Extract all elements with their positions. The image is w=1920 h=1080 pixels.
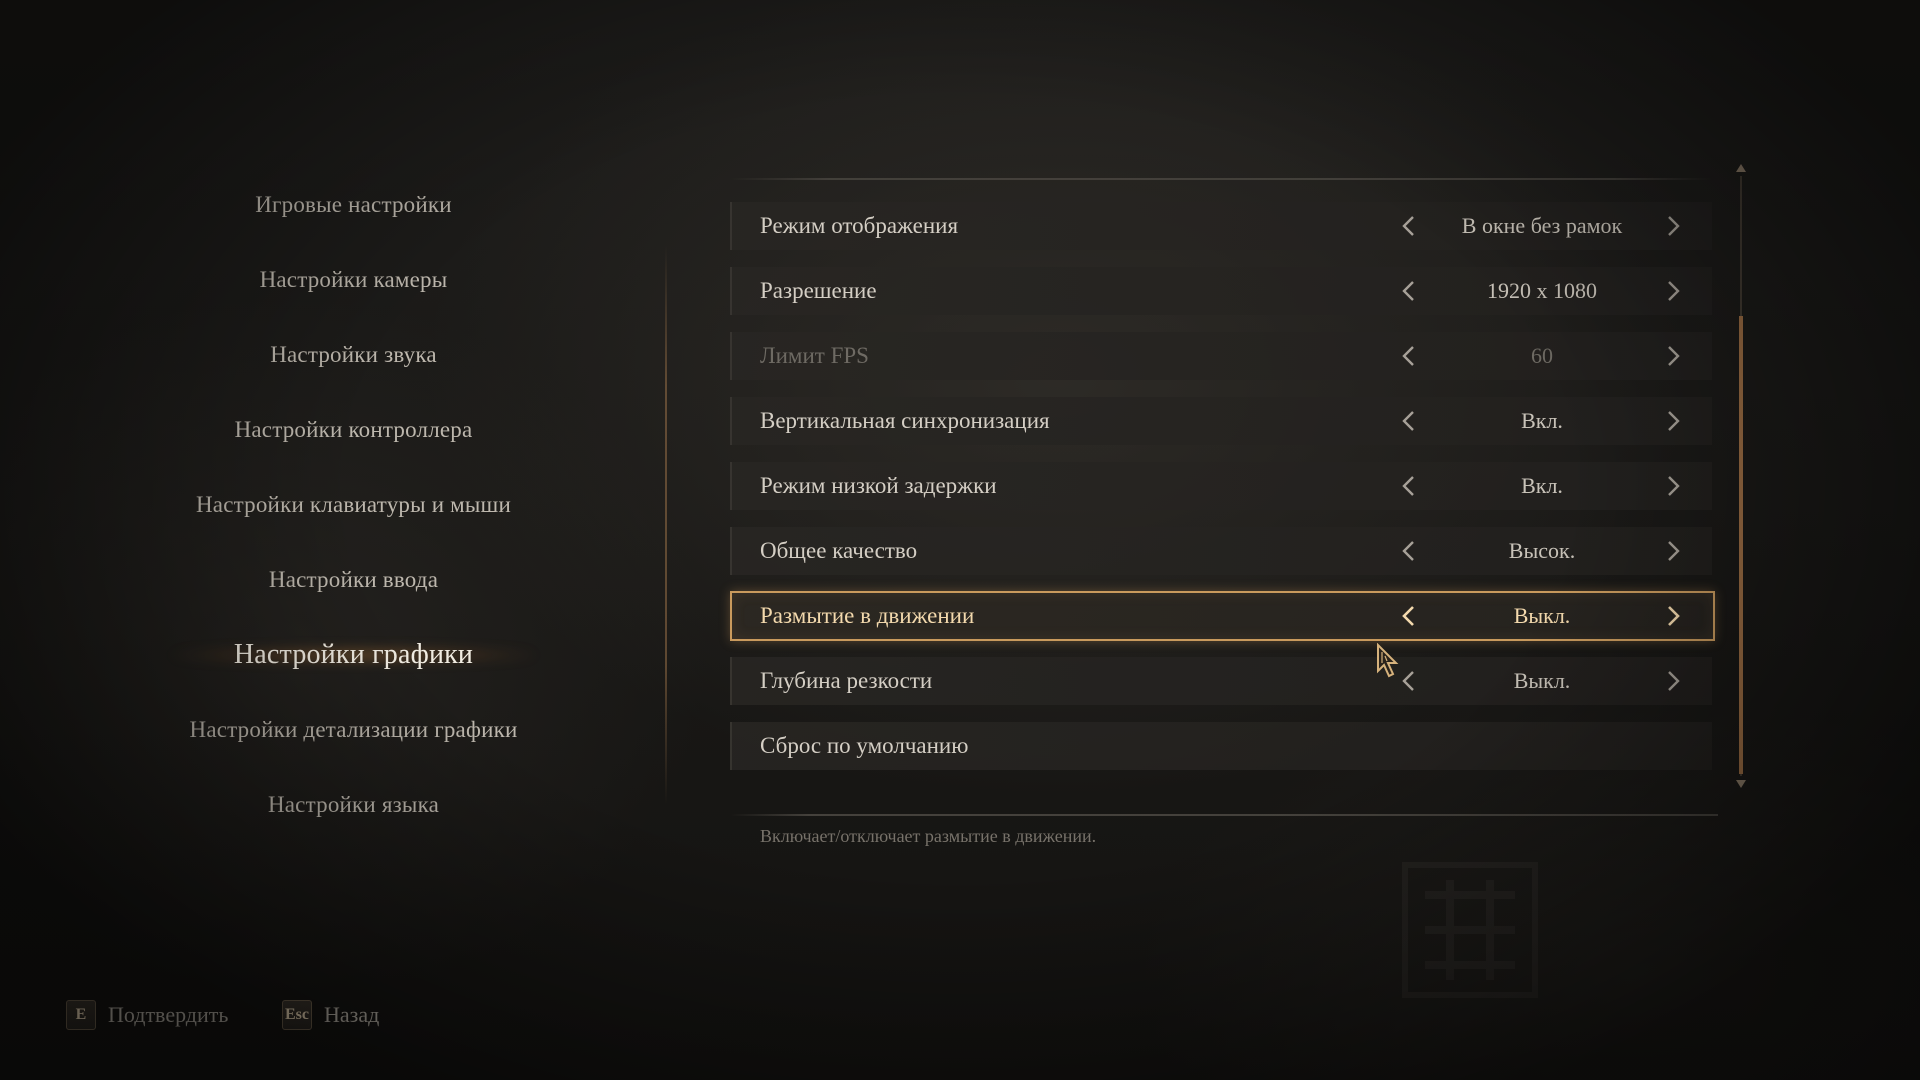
nav-item-graphics-detail-settings[interactable]: Настройки детализации графики [0,705,707,755]
chevron-left-icon[interactable] [1396,539,1420,563]
setting-value: Выкл. [1513,668,1571,693]
nav-item-label: Настройки контроллера [234,417,473,442]
scrollbar-thumb[interactable] [1739,316,1743,774]
nav-item-controller-settings[interactable]: Настройки контроллера [0,405,707,455]
nav-item-label: Настройки графики [233,639,474,670]
chevron-right-icon[interactable] [1662,669,1686,693]
nav-item-input-settings[interactable]: Настройки ввода [0,555,707,605]
mouse-cursor-icon [1377,643,1399,678]
nav-item-sound-settings[interactable]: Настройки звука [0,330,707,380]
chevron-left-icon[interactable] [1396,474,1420,498]
chevron-right-icon[interactable] [1662,214,1686,238]
nav-item-label: Настройки звука [270,342,437,367]
back-hint[interactable]: Esc Назад [282,1000,379,1030]
setting-value: Высок. [1508,538,1576,563]
setting-row-fps-limit[interactable]: Лимит FPS 60 [730,332,1712,380]
setting-row-vsync[interactable]: Вертикальная синхронизация Вкл. [730,397,1712,445]
nav-item-label: Настройки клавиатуры и мыши [196,492,511,517]
setting-label: Лимит FPS [760,343,869,368]
description-divider [730,814,1718,816]
setting-description: Включает/отключает размытие в движении. [760,826,1097,846]
setting-row-motion-blur[interactable]: Размытие в движении Выкл. [730,591,1715,641]
chevron-right-icon[interactable] [1662,474,1686,498]
chevron-right-icon[interactable] [1662,409,1686,433]
nav-item-label: Игровые настройки [255,192,452,217]
chevron-right-icon[interactable] [1662,344,1686,368]
back-label: Назад [324,1002,380,1027]
confirm-hint[interactable]: E Подтвердить [66,1000,228,1030]
list-top-divider [730,178,1712,180]
setting-row-low-latency[interactable]: Режим низкой задержки Вкл. [730,462,1712,510]
seal-watermark [1402,862,1538,998]
chevron-left-icon[interactable] [1396,279,1420,303]
setting-row-display-mode[interactable]: Режим отображения В окне без рамок [730,202,1712,250]
key-esc-icon: Esc [282,1000,312,1030]
chevron-right-icon[interactable] [1662,604,1686,628]
nav-item-label: Настройки языка [267,792,440,817]
setting-label: Разрешение [760,278,877,303]
setting-label: Размытие в движении [760,603,975,628]
chevron-right-icon[interactable] [1662,279,1686,303]
nav-item-keyboard-mouse-settings[interactable]: Настройки клавиатуры и мыши [0,480,707,530]
nav-item-label: Настройки ввода [268,567,439,592]
chevron-left-icon[interactable] [1396,344,1420,368]
setting-label: Общее качество [760,538,918,563]
confirm-label: Подтвердить [108,1002,229,1027]
nav-item-label: Настройки камеры [259,267,448,292]
chevron-right-icon[interactable] [1662,539,1686,563]
setting-value: Вкл. [1521,473,1563,498]
nav-item-camera-settings[interactable]: Настройки камеры [0,255,707,305]
setting-value: 1920 x 1080 [1487,278,1597,303]
nav-item-game-settings[interactable]: Игровые настройки [0,180,707,230]
setting-label: Сброс по умолчанию [760,733,969,758]
setting-value: 60 [1531,343,1553,368]
setting-label: Режим низкой задержки [760,473,997,498]
nav-item-language-settings[interactable]: Настройки языка [0,780,707,830]
nav-item-label: Настройки детализации графики [189,717,518,742]
chevron-left-icon[interactable] [1396,214,1420,238]
reset-defaults-button[interactable]: Сброс по умолчанию [730,722,1712,770]
setting-label: Режим отображения [760,213,959,238]
setting-row-resolution[interactable]: Разрешение 1920 x 1080 [730,267,1712,315]
triangle-up-icon[interactable] [1735,163,1747,173]
setting-value: Выкл. [1513,603,1571,628]
triangle-down-icon[interactable] [1735,779,1747,789]
nav-item-graphics-settings[interactable]: Настройки графики [0,630,707,680]
settings-screen: Игровые настройки Настройки камеры Настр… [0,0,1920,1080]
setting-row-depth-of-field[interactable]: Глубина резкости Выкл. [730,657,1712,705]
key-e-icon: E [66,1000,96,1030]
setting-row-overall-quality[interactable]: Общее качество Высок. [730,527,1712,575]
nav-divider [665,245,667,805]
setting-value: В окне без рамок [1461,213,1623,238]
chevron-left-icon[interactable] [1396,409,1420,433]
setting-label: Глубина резкости [760,668,933,693]
setting-value: Вкл. [1521,408,1563,433]
chevron-left-icon[interactable] [1396,604,1420,628]
setting-label: Вертикальная синхронизация [760,408,1050,433]
